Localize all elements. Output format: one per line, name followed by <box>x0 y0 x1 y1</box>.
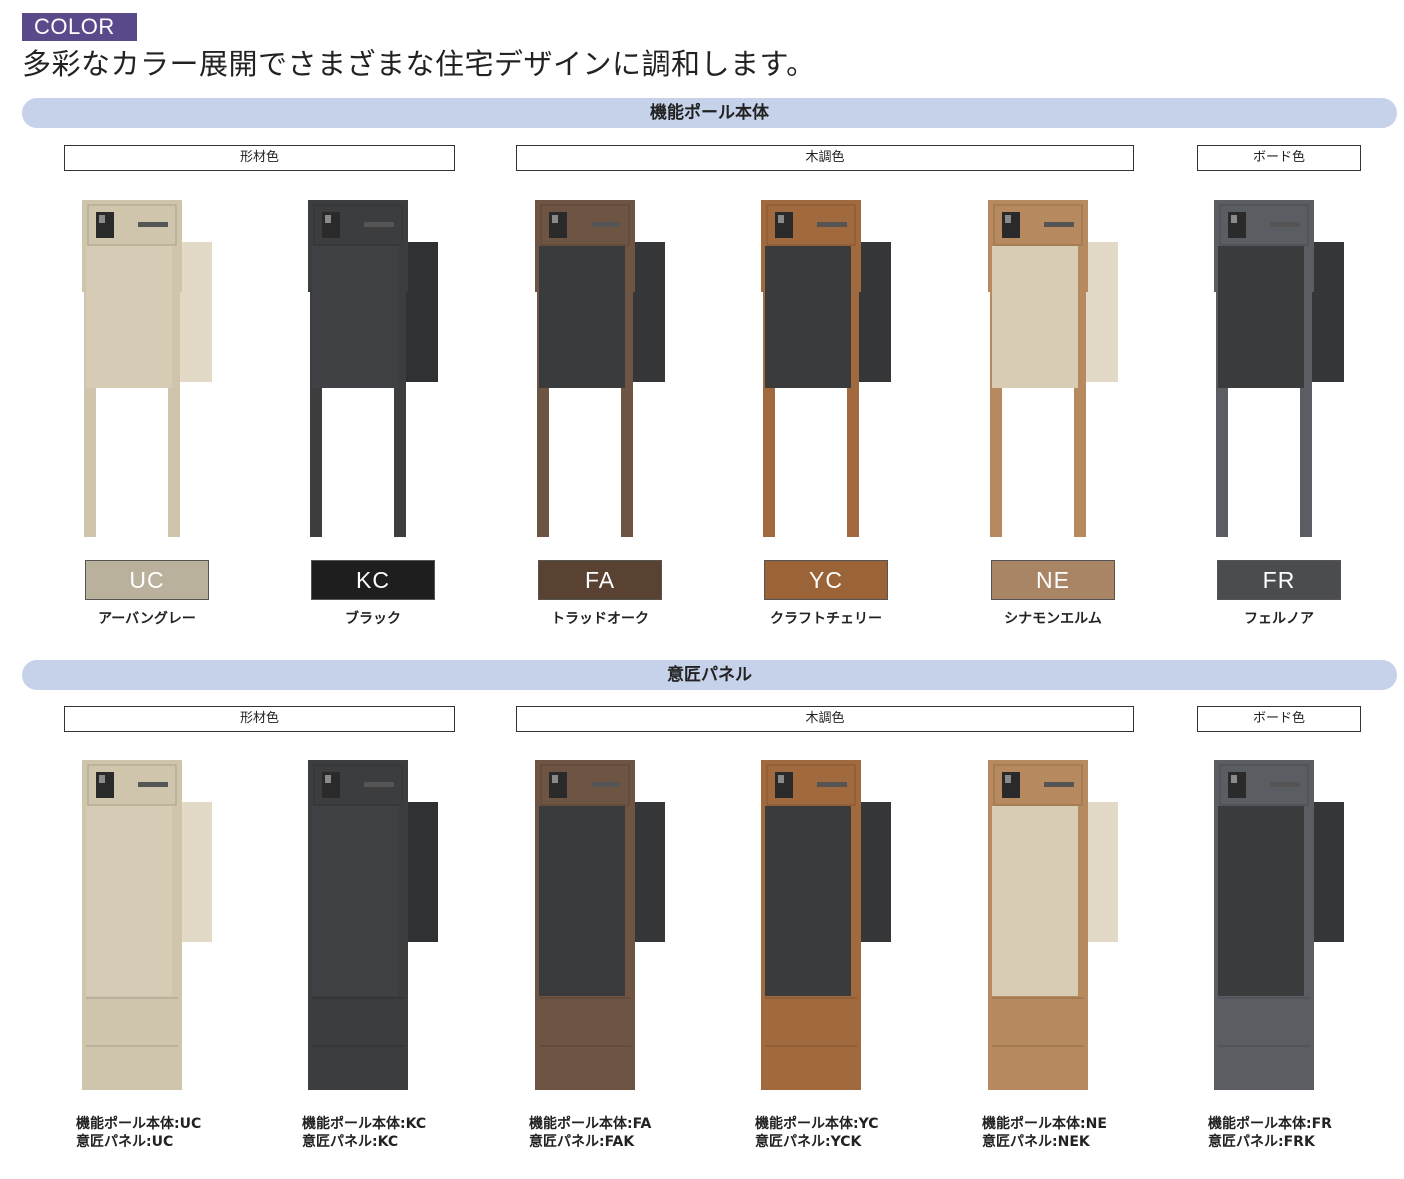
pole-unit-image <box>82 200 222 540</box>
combo-caption: 機能ポール本体:YC 意匠パネル:YCK <box>755 1115 879 1151</box>
pole-unit-image <box>308 200 448 540</box>
combo-line-pole: 機能ポール本体:NE <box>982 1116 1107 1132</box>
panel-unit-image <box>761 760 901 1100</box>
color-name: トラッドオーク <box>551 611 649 627</box>
pole-unit-image <box>988 200 1128 540</box>
color-name: アーバングレー <box>98 611 196 627</box>
pole-unit-image <box>1214 200 1354 540</box>
combo-line-pole: 機能ポール本体:KC <box>302 1116 427 1132</box>
pole-unit-image <box>761 200 901 540</box>
combo-line-pole: 機能ポール本体:FR <box>1208 1116 1332 1132</box>
color-name: ブラック <box>345 611 401 627</box>
color-swatch: KC <box>311 560 435 600</box>
combo-line-panel: 意匠パネル:FAK <box>529 1134 635 1150</box>
combo-line-panel: 意匠パネル:NEK <box>982 1134 1090 1150</box>
group-label-woodgrain: 木調色 <box>516 706 1134 732</box>
combo-line-pole: 機能ポール本体:FA <box>529 1116 652 1132</box>
panel-unit-image <box>535 760 675 1100</box>
combo-caption: 機能ポール本体:FA 意匠パネル:FAK <box>529 1115 651 1151</box>
group-label-board: ボード色 <box>1197 145 1361 171</box>
group-label-board: ボード色 <box>1197 706 1361 732</box>
color-swatch: FA <box>538 560 662 600</box>
combo-line-pole: 機能ポール本体:UC <box>76 1116 202 1132</box>
color-tag: COLOR <box>22 13 137 41</box>
combo-line-pole: 機能ポール本体:YC <box>755 1116 879 1132</box>
group-label-woodgrain: 木調色 <box>516 145 1134 171</box>
combo-caption: 機能ポール本体:UC 意匠パネル:UC <box>76 1115 201 1151</box>
combo-line-panel: 意匠パネル:KC <box>302 1134 399 1150</box>
panel-unit-image <box>82 760 222 1100</box>
panel-unit-image <box>308 760 448 1100</box>
group-label-extrusion: 形材色 <box>64 145 455 171</box>
section-band-pole: 機能ポール本体 <box>22 98 1397 128</box>
combo-caption: 機能ポール本体:FR 意匠パネル:FRK <box>1208 1115 1332 1151</box>
color-name: フェルノア <box>1244 611 1314 627</box>
color-swatch: FR <box>1217 560 1341 600</box>
headline: 多彩なカラー展開でさまざまな住宅デザインに調和します。 <box>22 47 816 81</box>
combo-line-panel: 意匠パネル:FRK <box>1208 1134 1315 1150</box>
combo-line-panel: 意匠パネル:UC <box>76 1134 174 1150</box>
combo-caption: 機能ポール本体:KC 意匠パネル:KC <box>302 1115 426 1151</box>
section-band-panel: 意匠パネル <box>22 660 1397 690</box>
panel-unit-image <box>988 760 1128 1100</box>
group-label-extrusion: 形材色 <box>64 706 455 732</box>
combo-caption: 機能ポール本体:NE 意匠パネル:NEK <box>982 1115 1107 1151</box>
color-name: シナモンエルム <box>1004 611 1102 627</box>
color-swatch: UC <box>85 560 209 600</box>
pole-unit-image <box>535 200 675 540</box>
color-swatch: YC <box>764 560 888 600</box>
color-swatch: NE <box>991 560 1115 600</box>
panel-unit-image <box>1214 760 1354 1100</box>
color-name: クラフトチェリー <box>770 611 882 627</box>
combo-line-panel: 意匠パネル:YCK <box>755 1134 862 1150</box>
